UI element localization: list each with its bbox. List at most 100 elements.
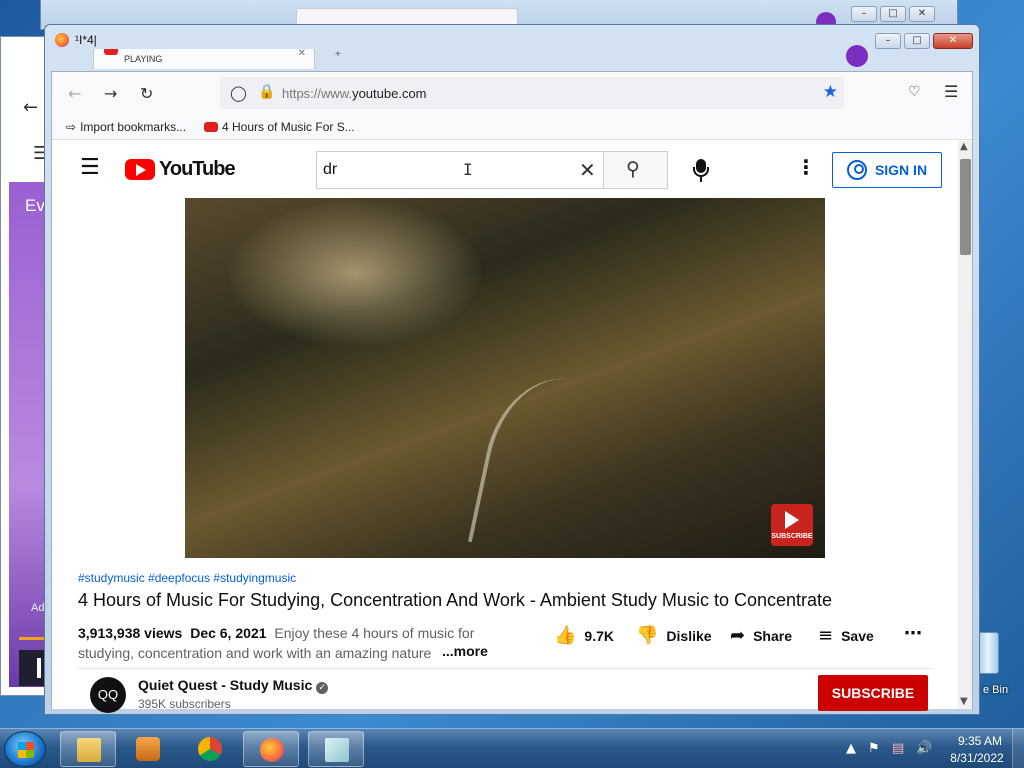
background-caption-buttons: – □ ✕	[851, 6, 935, 22]
back-button[interactable]: ←	[68, 84, 81, 103]
clock-time[interactable]: 9:35 AM	[950, 734, 1010, 748]
hashtags[interactable]: #studymusic #deepfocus #studyingmusic	[78, 571, 296, 585]
system-tray: ▲ ⚑ ▤ 🔊 9:35 AM 8/31/2022	[842, 729, 1024, 768]
pocket-icon[interactable]: ♡	[908, 84, 921, 100]
upload-date: Dec 6, 2021	[190, 625, 267, 641]
show-more-link[interactable]: ...more	[438, 643, 488, 659]
scroll-down-icon[interactable]: ▼	[960, 696, 968, 707]
video-player[interactable]: SUBSCRIBE	[185, 198, 825, 571]
url-text[interactable]: https://www.youtube.com	[282, 86, 427, 101]
recycle-bin-icon	[977, 632, 999, 674]
channel-row: QQ Quiet Quest - Study Music ✓ 395K subsc…	[78, 668, 932, 718]
thumbs-up-icon: 👍	[554, 625, 577, 646]
start-button[interactable]	[4, 731, 46, 767]
bookmark-label: Import bookmarks...	[80, 120, 187, 134]
show-hidden-icons-icon[interactable]: ▲	[846, 741, 856, 756]
subscribe-button[interactable]: SUBSCRIBE	[818, 675, 928, 711]
share-icon: ➦	[730, 625, 746, 646]
dislike-label: Dislike	[666, 627, 712, 644]
taskbar-notepad[interactable]	[308, 731, 364, 767]
new-tab-icon[interactable]: +	[335, 49, 341, 60]
recycle-bin-label: e Bin	[983, 684, 1009, 696]
maximize-icon: □	[880, 6, 906, 22]
verified-check-icon: ✓	[316, 682, 329, 694]
share-button[interactable]: ➦ Share	[730, 625, 792, 646]
volume-icon[interactable]: 🔊	[916, 741, 932, 756]
show-desktop-button[interactable]	[1012, 729, 1024, 768]
youtube-logo[interactable]: YouTube	[125, 158, 236, 181]
recycle-bin[interactable]: e Bin	[975, 628, 1024, 698]
text-cursor-icon: I	[463, 160, 473, 179]
chrome-icon	[198, 737, 222, 761]
vertical-scrollbar[interactable]: ▲ ▼	[958, 141, 972, 709]
taskbar-media-player[interactable]	[120, 731, 176, 767]
youtube-page: ☰ YouTube I ✕ ⚲ ⋮ SIGN IN SUBSCRIBE	[52, 141, 958, 713]
sign-in-label: SIGN IN	[874, 162, 928, 178]
back-arrow-icon: ←	[23, 97, 39, 118]
youtube-wordmark: YouTube	[159, 158, 236, 180]
ad-label: Ad	[31, 602, 45, 614]
app-menu-icon[interactable]: ☰	[944, 82, 958, 101]
taskbar-chrome[interactable]	[182, 731, 238, 767]
video-subscribe-badge[interactable]: SUBSCRIBE	[771, 504, 813, 546]
import-icon: ⇨	[66, 120, 77, 134]
shield-icon[interactable]: ◯	[230, 84, 247, 102]
thumbs-down-icon: 👎	[636, 625, 659, 646]
like-button[interactable]: 👍 9.7K	[554, 625, 614, 646]
taskbar-explorer[interactable]	[60, 731, 116, 767]
close-icon: ✕	[909, 6, 935, 22]
sign-in-button[interactable]: SIGN IN	[832, 152, 942, 188]
reload-button[interactable]: ↻	[140, 84, 153, 103]
notepad-icon	[325, 738, 349, 762]
scroll-up-icon[interactable]: ▲	[960, 141, 968, 152]
clock-date[interactable]: 8/31/2022	[944, 751, 1010, 765]
maximize-button[interactable]: □	[904, 33, 930, 49]
browser-content: ← → ↻ ◯ 🔒 https://www.youtube.com ★ ♡ ☰ …	[51, 71, 973, 713]
save-label: Save	[841, 627, 874, 644]
taskbar-firefox[interactable]	[243, 731, 299, 767]
account-icon[interactable]	[846, 45, 868, 67]
forward-button[interactable]: →	[104, 84, 117, 103]
guide-menu-icon[interactable]: ☰	[80, 155, 100, 180]
youtube-favicon-icon	[204, 122, 218, 132]
tab-close-icon[interactable]: ✕	[298, 48, 306, 59]
search-box[interactable]: I ✕	[316, 151, 604, 189]
firefox-icon	[260, 738, 284, 762]
channel-name[interactable]: Quiet Quest - Study Music ✓	[138, 677, 329, 694]
media-player-icon	[136, 737, 160, 761]
minimize-button[interactable]: –	[875, 33, 901, 49]
search-button[interactable]: ⚲	[604, 151, 668, 189]
settings-kebab-icon[interactable]: ⋮	[796, 155, 816, 179]
video-title: 4 Hours of Music For Studying, Concentra…	[78, 590, 833, 610]
url-bar[interactable]: ◯ 🔒 https://www.youtube.com ★	[220, 77, 844, 109]
background-left-window: ← ☰ Eve Ad	[0, 36, 54, 696]
save-button[interactable]: ≡ Save	[818, 625, 874, 646]
bookmark-import[interactable]: ⇨ Import bookmarks...	[66, 120, 186, 134]
search-input[interactable]	[323, 160, 563, 180]
bookmark-label: 4 Hours of Music For S...	[222, 120, 355, 134]
channel-avatar[interactable]: QQ	[90, 677, 126, 713]
voice-search-button[interactable]	[684, 153, 718, 187]
view-count: 3,913,938 views	[78, 625, 183, 641]
bookmarks-toolbar: ⇨ Import bookmarks... 4 Hours of Music F…	[52, 114, 972, 140]
subscriber-count: 395K subscribers	[138, 697, 231, 711]
lock-icon[interactable]: 🔒	[258, 84, 275, 100]
dislike-button[interactable]: 👎 Dislike	[636, 625, 712, 646]
clear-search-icon[interactable]: ✕	[579, 158, 596, 182]
more-actions-icon[interactable]: ⋯	[904, 623, 922, 644]
action-center-icon[interactable]: ⚑	[868, 741, 880, 756]
background-banner: Eve Ad	[9, 182, 54, 687]
network-icon[interactable]: ▤	[892, 741, 904, 756]
tab-youtube[interactable]: PLAYING ✕	[93, 48, 315, 69]
share-label: Share	[753, 627, 793, 644]
video-description[interactable]: 3,913,938 views Dec 6, 2021 Enjoy these …	[78, 623, 478, 665]
video-frame-river	[467, 365, 643, 571]
scrollbar-thumb[interactable]	[960, 159, 971, 255]
search-icon: ⚲	[626, 158, 640, 180]
bookmark-star-icon[interactable]: ★	[823, 82, 838, 102]
close-button[interactable]: ✕	[933, 33, 973, 49]
minimize-icon: –	[851, 6, 877, 22]
bookmark-youtube-video[interactable]: 4 Hours of Music For S...	[204, 120, 355, 134]
firefox-icon	[55, 33, 69, 47]
caption-buttons: – □ ✕	[875, 33, 973, 49]
